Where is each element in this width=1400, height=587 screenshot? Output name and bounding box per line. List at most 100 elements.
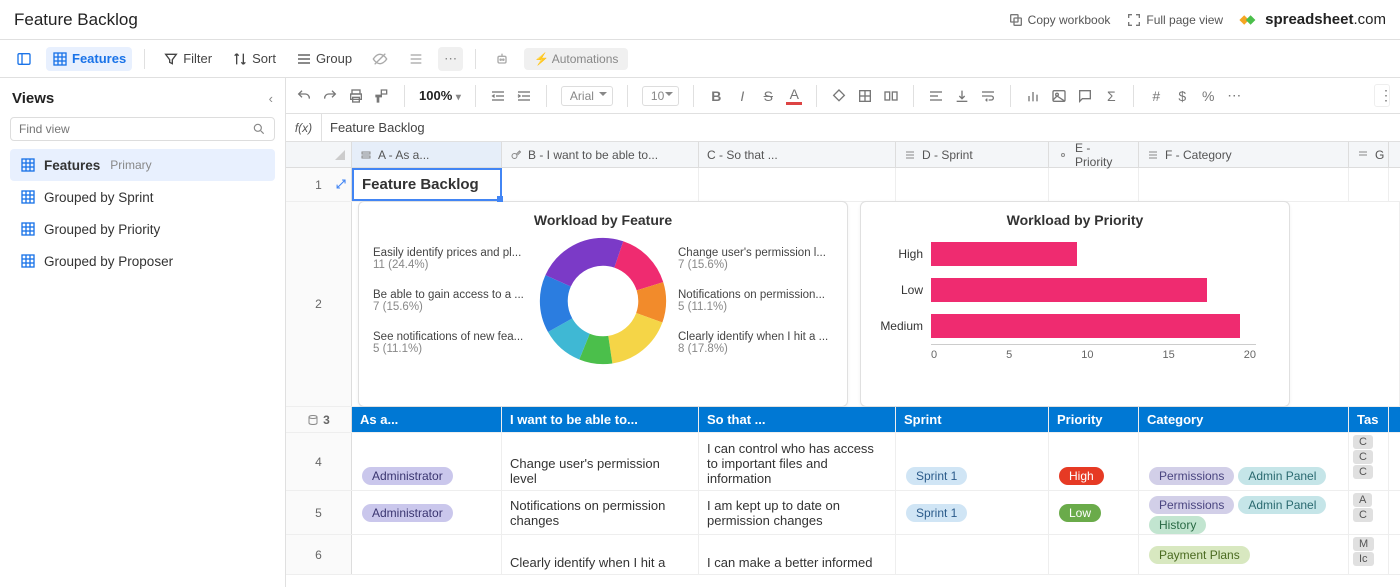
- table-header-cell[interactable]: Tas: [1349, 407, 1389, 432]
- cell[interactable]: I am kept up to date on permission chang…: [699, 491, 896, 534]
- merge-button[interactable]: [883, 88, 899, 104]
- more-options-button[interactable]: ⋯: [438, 47, 463, 71]
- wrap-button[interactable]: [980, 88, 996, 104]
- cell[interactable]: High: [1049, 433, 1139, 490]
- sigma-button[interactable]: Σ: [1103, 88, 1119, 104]
- table-header-cell[interactable]: Sprint: [896, 407, 1049, 432]
- robot-button[interactable]: [488, 47, 516, 71]
- views-title: Views: [12, 90, 54, 107]
- cell[interactable]: PermissionsAdmin Panel: [1139, 433, 1349, 490]
- row-number[interactable]: 5: [286, 491, 352, 534]
- cell[interactable]: I can control who has access to importan…: [699, 433, 896, 490]
- cell[interactable]: Administrator: [352, 433, 502, 490]
- automations-button[interactable]: ⚡ Automations: [524, 48, 628, 70]
- col-header-e[interactable]: E - Priority: [1049, 142, 1139, 167]
- table-header-cell[interactable]: So that ...: [699, 407, 896, 432]
- view-item-features[interactable]: Features Primary: [10, 149, 275, 181]
- view-item-grouped-sprint[interactable]: Grouped by Sprint: [10, 181, 275, 213]
- hide-fields-button[interactable]: [366, 47, 394, 71]
- insert-chart-button[interactable]: [1025, 88, 1041, 104]
- cell[interactable]: [352, 535, 502, 574]
- cell[interactable]: I can make a better informed: [699, 535, 896, 574]
- redo-button[interactable]: [322, 88, 338, 104]
- fill-color-button[interactable]: [831, 88, 847, 104]
- panel-toggle-button[interactable]: [10, 47, 38, 71]
- cell[interactable]: Payment Plans: [1139, 535, 1349, 574]
- italic-button[interactable]: I: [734, 88, 750, 104]
- outdent-button[interactable]: [490, 88, 506, 104]
- table-header-cell[interactable]: I want to be able to...: [502, 407, 699, 432]
- expand-icon[interactable]: ⤢: [336, 177, 346, 192]
- cell[interactable]: Sprint 1: [896, 433, 1049, 490]
- chart-title: Workload by Feature: [369, 212, 837, 228]
- table-header-cell[interactable]: Category: [1139, 407, 1349, 432]
- row-number[interactable]: 2: [286, 202, 352, 406]
- font-family-select[interactable]: Arial: [561, 86, 613, 106]
- bold-button[interactable]: B: [708, 88, 724, 104]
- chart-title: Workload by Priority: [871, 212, 1279, 228]
- row-number[interactable]: 3: [286, 407, 352, 432]
- col-header-c[interactable]: C - So that ...: [699, 142, 896, 167]
- col-header-b[interactable]: B - I want to be able to...: [502, 142, 699, 167]
- overflow-menu-button[interactable]: ⋮: [1374, 84, 1390, 107]
- workbook-title[interactable]: Feature Backlog: [14, 10, 138, 30]
- sort-button[interactable]: Sort: [226, 47, 282, 71]
- format-painter-button[interactable]: [374, 88, 390, 104]
- indent-button[interactable]: [516, 88, 532, 104]
- chart-workload-by-feature: Workload by Feature Easily identify pric…: [358, 201, 848, 407]
- cell[interactable]: AC: [1349, 491, 1389, 534]
- hash-button[interactable]: #: [1148, 88, 1164, 104]
- collapse-sidebar-button[interactable]: ‹: [269, 91, 273, 106]
- col-header-f[interactable]: F - Category: [1139, 142, 1349, 167]
- cell[interactable]: Administrator: [352, 491, 502, 534]
- row-number[interactable]: 6: [286, 535, 352, 574]
- full-page-view-button[interactable]: Full page view: [1126, 12, 1223, 28]
- cell-a1[interactable]: ⤢ Feature Backlog: [352, 168, 502, 201]
- copy-workbook-button[interactable]: Copy workbook: [1008, 12, 1111, 28]
- donut-chart: [538, 236, 668, 366]
- view-item-grouped-proposer[interactable]: Grouped by Proposer: [10, 245, 275, 277]
- borders-button[interactable]: [857, 88, 873, 104]
- table-header-cell[interactable]: As a...: [352, 407, 502, 432]
- features-view-button[interactable]: Features: [46, 47, 132, 71]
- insert-image-button[interactable]: [1051, 88, 1067, 104]
- charts-cell[interactable]: Workload by Feature Easily identify pric…: [352, 202, 1400, 406]
- cell[interactable]: Low: [1049, 491, 1139, 534]
- print-button[interactable]: [348, 88, 364, 104]
- valign-button[interactable]: [954, 88, 970, 104]
- view-item-grouped-priority[interactable]: Grouped by Priority: [10, 213, 275, 245]
- cell[interactable]: MIc: [1349, 535, 1389, 574]
- more-format-button[interactable]: ⋯: [1226, 87, 1242, 104]
- zoom-level[interactable]: 100% ▾: [419, 88, 461, 103]
- undo-button[interactable]: [296, 88, 312, 104]
- cell[interactable]: [1049, 535, 1139, 574]
- text-color-button[interactable]: A: [786, 86, 802, 105]
- table-header-cell[interactable]: Priority: [1049, 407, 1139, 432]
- cell[interactable]: PermissionsAdmin PanelHistory: [1139, 491, 1349, 534]
- cell[interactable]: CCC: [1349, 433, 1389, 490]
- insert-comment-button[interactable]: [1077, 88, 1093, 104]
- cell[interactable]: Notifications on permission changes: [502, 491, 699, 534]
- row-number[interactable]: 4: [286, 433, 352, 490]
- formula-bar[interactable]: Feature Backlog: [322, 120, 1400, 135]
- cell[interactable]: Sprint 1: [896, 491, 1049, 534]
- cell[interactable]: [1349, 168, 1389, 201]
- percent-button[interactable]: %: [1200, 88, 1216, 104]
- cell[interactable]: [896, 535, 1049, 574]
- select-all-corner[interactable]: [286, 142, 352, 167]
- group-button[interactable]: Group: [290, 47, 358, 71]
- cell[interactable]: Change user's permission level: [502, 433, 699, 490]
- row-height-button[interactable]: [402, 47, 430, 71]
- col-header-g[interactable]: G: [1349, 142, 1389, 167]
- font-size-select[interactable]: 10: [642, 86, 679, 106]
- currency-button[interactable]: $: [1174, 88, 1190, 104]
- find-view-input-wrap[interactable]: [10, 117, 275, 141]
- fx-label: f(x): [286, 114, 322, 141]
- cell[interactable]: Clearly identify when I hit a: [502, 535, 699, 574]
- strikethrough-button[interactable]: S: [760, 88, 776, 104]
- col-header-a[interactable]: A - As a...: [352, 142, 502, 167]
- filter-button[interactable]: Filter: [157, 47, 218, 71]
- find-view-input[interactable]: [19, 122, 252, 136]
- halign-button[interactable]: [928, 88, 944, 104]
- col-header-d[interactable]: D - Sprint: [896, 142, 1049, 167]
